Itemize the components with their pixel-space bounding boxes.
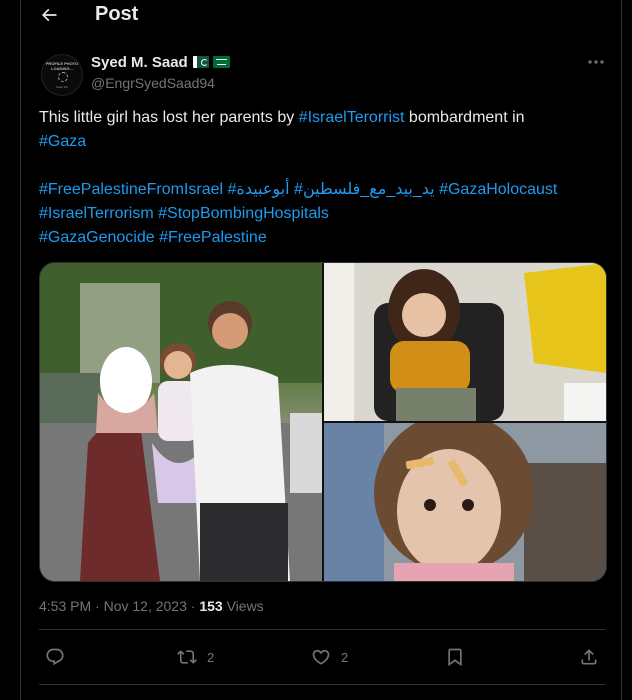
like-count: 2 [341, 649, 349, 665]
page-title: Post [95, 3, 139, 25]
post-column: Post PROFILE PHOTO LOADING... Saad Mir S… [20, 0, 622, 700]
hashtag-line-2: #IsraelTerrorism #StopBombingHospitals [39, 202, 609, 226]
media-grid [39, 262, 607, 582]
bookmark-button[interactable] [445, 646, 465, 668]
reply-button[interactable] [45, 646, 75, 668]
hashtag-line-3: #GazaGenocide #FreePalestine [39, 226, 609, 250]
author-handle[interactable]: @EngrSyedSaad94 [91, 75, 215, 91]
tweet-text: This little girl has lost her parents by… [39, 106, 609, 250]
pakistan-flag-icon [193, 56, 209, 68]
post-metadata: 4:53 PM · Nov 12, 2023 · 153 Views [39, 598, 264, 614]
action-bar: 2 2 [21, 642, 621, 672]
hashtag-link[interactable]: #StopBombingHospitals [158, 205, 329, 222]
reply-icon [46, 648, 64, 666]
post-header: Post [21, 0, 621, 30]
photo-girl-closeup[interactable] [324, 423, 606, 581]
loading-spinner-icon [58, 72, 68, 82]
hashtag-link[interactable]: #يد_بيد_مع_فلسطين [294, 181, 435, 198]
photo-family[interactable] [40, 263, 322, 581]
saudi-flag-icon [213, 56, 230, 68]
share-icon [581, 649, 597, 665]
divider [39, 684, 605, 685]
hashtag-link[interactable]: #أبوعبيدة [228, 181, 290, 198]
avatar-placeholder-text: PROFILE PHOTO LOADING... [45, 61, 79, 71]
hashtag-link[interactable]: #GazaGenocide [39, 229, 155, 246]
author-display-name[interactable]: Syed M. Saad [91, 54, 188, 71]
back-arrow-icon[interactable] [39, 5, 59, 25]
hashtag-link[interactable]: #GazaHolocaust [439, 181, 557, 198]
tweet-text-segment: This little girl has lost her parents by [39, 109, 299, 126]
post-date[interactable]: Nov 12, 2023 [104, 598, 187, 614]
avatar-caption: Saad Mir [55, 85, 68, 89]
hashtag-link[interactable]: #IsraelTerorrist [299, 109, 405, 126]
retweet-button[interactable]: 2 [177, 646, 214, 668]
photo-girl-chair[interactable] [324, 263, 606, 421]
tweet-line-2: #Gaza [39, 130, 609, 154]
hashtag-link[interactable]: #FreePalestine [159, 229, 267, 246]
share-button[interactable] [579, 646, 599, 668]
views-label: Views [226, 598, 264, 614]
more-icon[interactable] [586, 56, 606, 68]
bookmark-icon [448, 648, 462, 667]
separator-dot: · [95, 598, 100, 614]
like-icon [312, 649, 330, 665]
tweet-text-segment: bombardment in [404, 109, 525, 126]
hashtag-link[interactable]: #IsraelTerrorism [39, 205, 154, 222]
separator-dot: · [190, 598, 196, 614]
views-count: 153 [199, 598, 223, 614]
tweet-line-1: This little girl has lost her parents by… [39, 106, 609, 130]
like-button[interactable]: 2 [311, 646, 348, 668]
hashtag-link[interactable]: #Gaza [39, 133, 86, 150]
avatar[interactable]: PROFILE PHOTO LOADING... Saad Mir [41, 54, 83, 96]
post-time[interactable]: 4:53 PM [39, 598, 91, 614]
divider [39, 629, 605, 630]
retweet-count: 2 [207, 649, 215, 665]
hashtag-link[interactable]: #FreePalestineFromIsrael [39, 181, 223, 198]
hashtag-line-1: #FreePalestineFromIsrael #أبوعبيدة #يد_ب… [39, 178, 609, 202]
retweet-icon [177, 650, 197, 664]
